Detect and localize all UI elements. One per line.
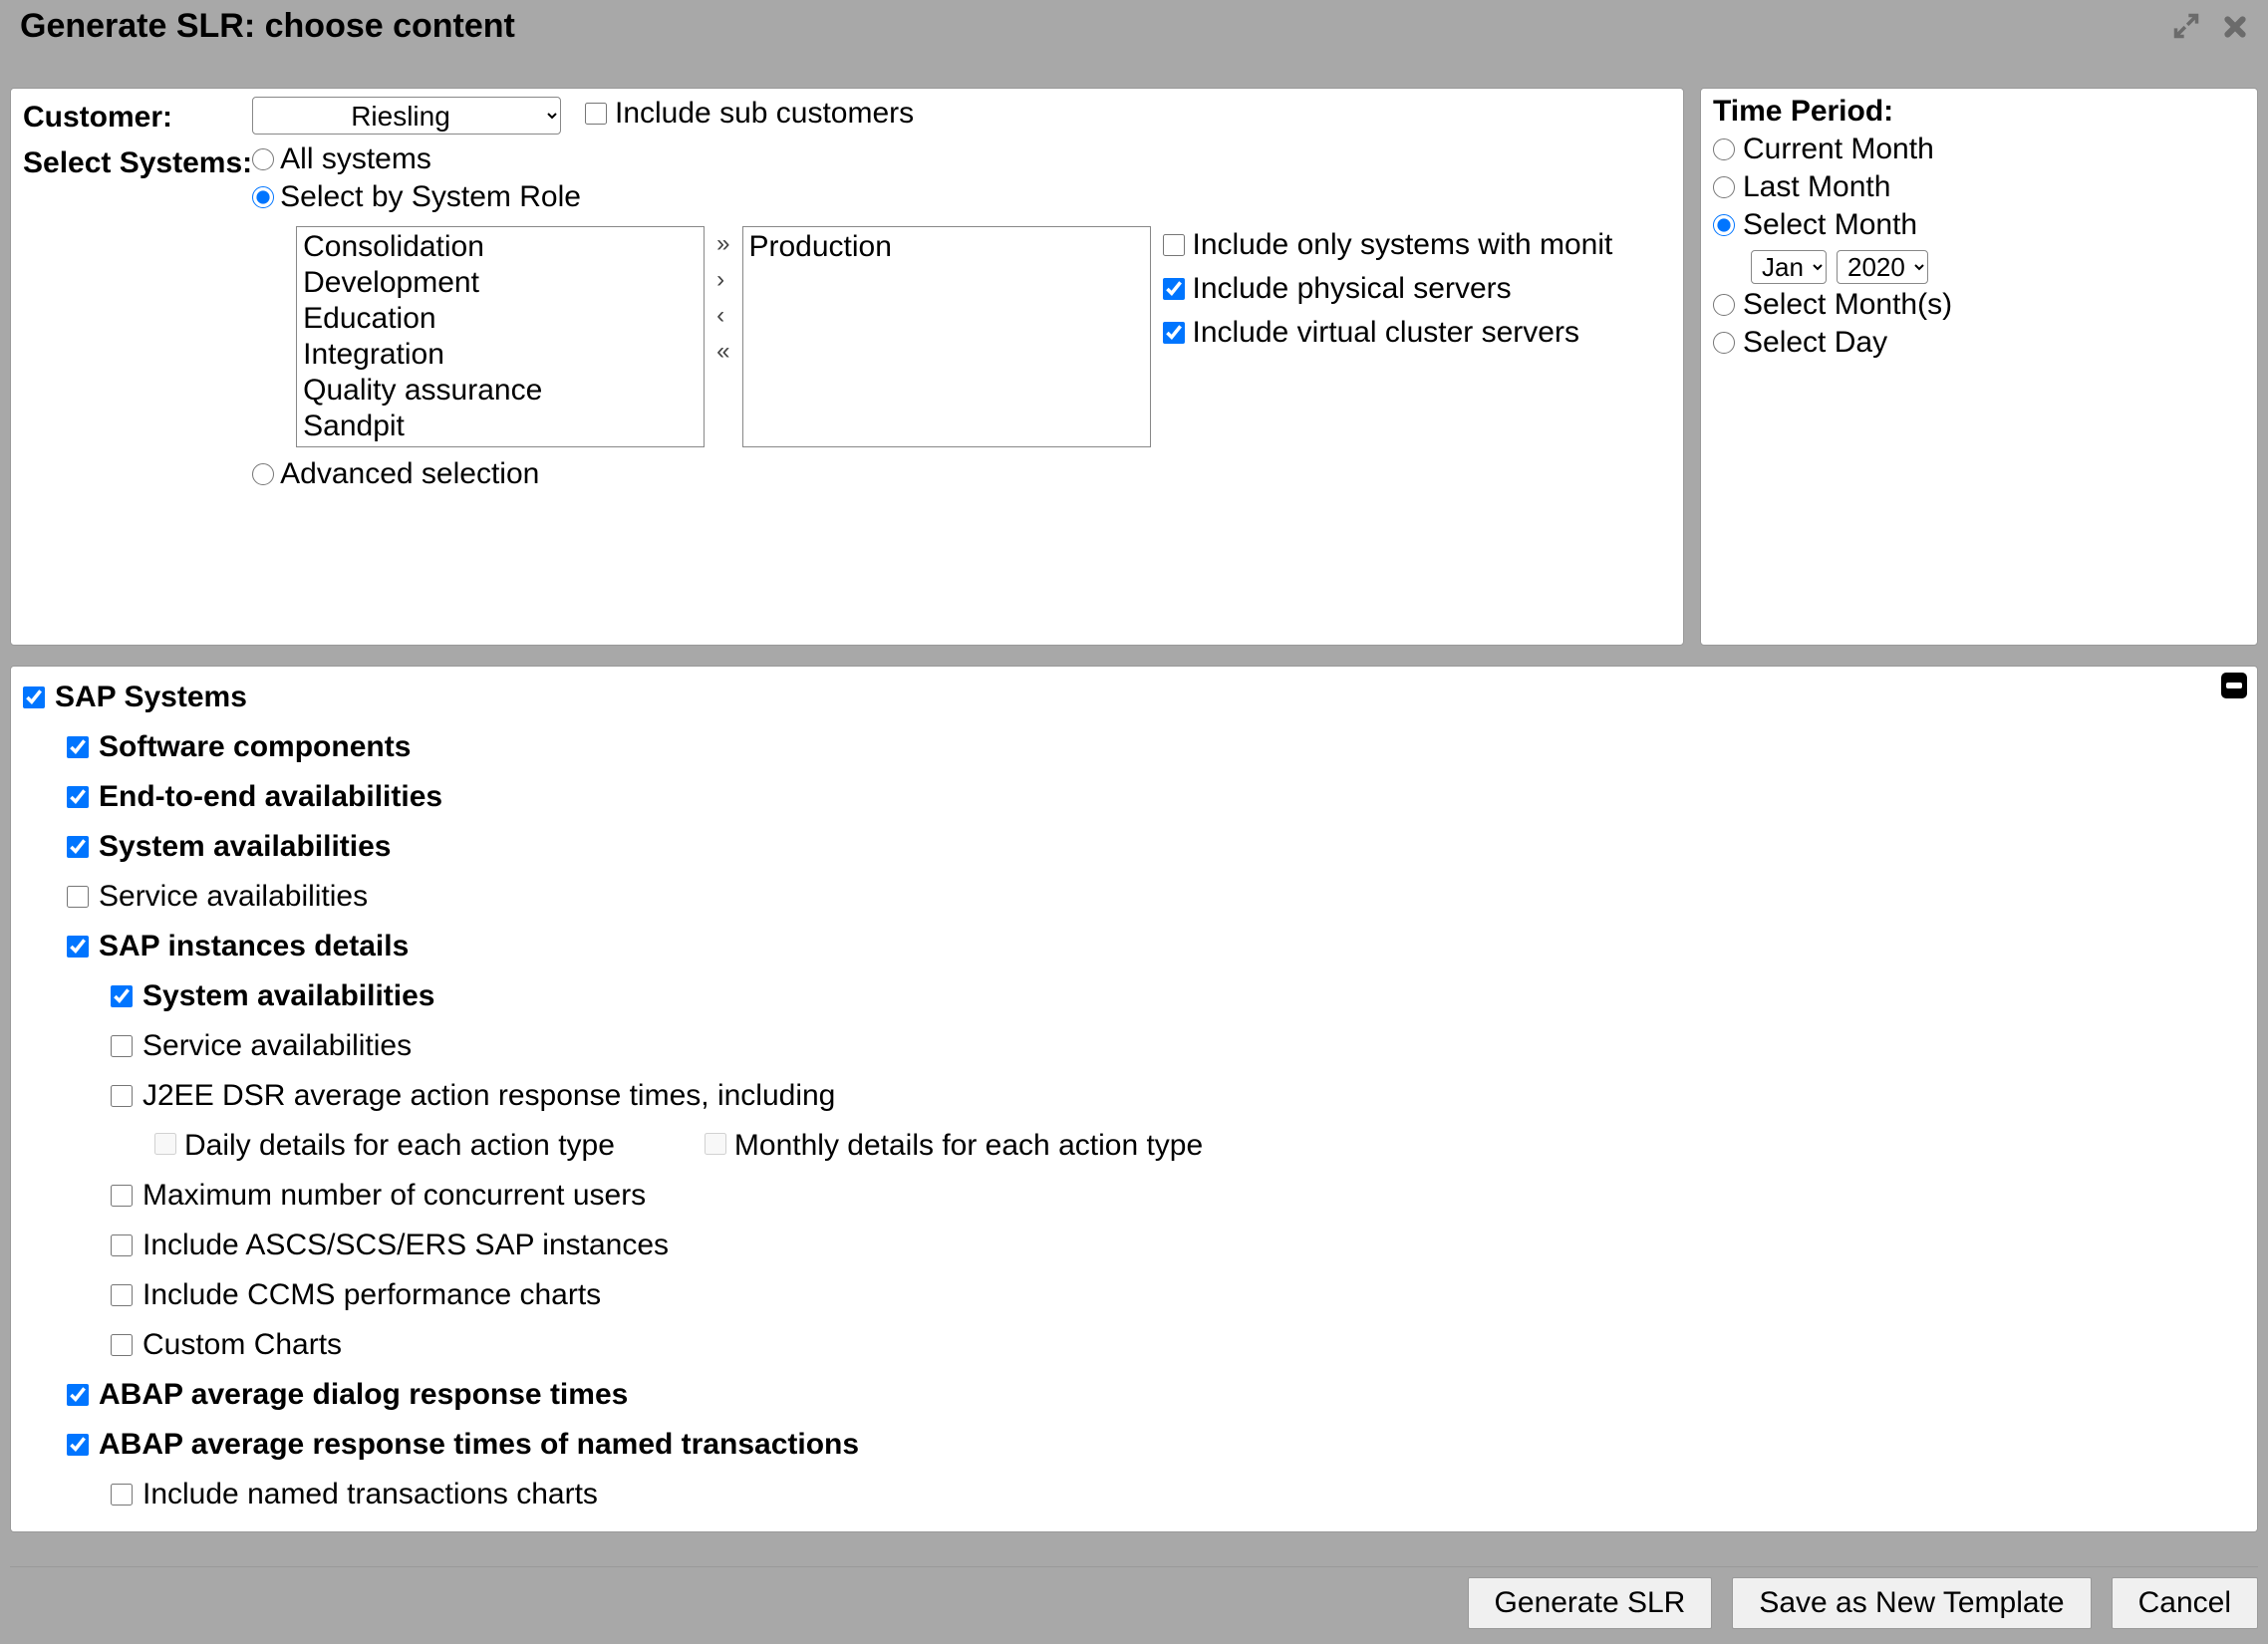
generate-slr-button[interactable]: Generate SLR [1468,1577,1713,1629]
ascs-label: Include ASCS/SCS/ERS SAP instances [142,1221,669,1270]
j2ee-monthly-label: Monthly details for each action type [734,1129,1203,1162]
titlebar: Generate SLR: choose content [0,0,2268,52]
year-select[interactable]: 2020 [1837,250,1928,284]
j2ee-daily-label: Daily details for each action type [184,1129,615,1162]
current-month-radio[interactable] [1713,138,1735,160]
list-item[interactable]: Production [749,229,1144,265]
dialog-title: Generate SLR: choose content [20,7,2152,46]
inst-sys-avail-checkbox[interactable] [111,985,133,1007]
customer-select[interactable]: Riesling [252,97,561,135]
sys-avail-label: System availabilities [99,822,392,872]
available-roles-list[interactable]: Consolidation Development Education Inte… [296,226,705,447]
j2ee-checkbox[interactable] [111,1085,133,1107]
max-users-checkbox[interactable] [111,1185,133,1207]
named-charts-label: Include named transactions charts [142,1470,598,1519]
by-system-role-radio[interactable] [252,186,274,208]
include-only-monitored-label: Include only systems with monit [1193,228,1613,262]
move-all-right-icon[interactable]: » [716,230,729,258]
include-physical-label: Include physical servers [1193,272,1512,306]
month-select[interactable]: Jan [1751,250,1827,284]
advanced-selection-radio[interactable] [252,463,274,485]
current-month-label: Current Month [1743,133,1934,166]
sys-avail-checkbox[interactable] [67,836,89,858]
move-right-icon[interactable]: › [716,266,729,294]
list-item[interactable]: Quality assurance [303,373,698,409]
custom-charts-label: Custom Charts [142,1320,342,1370]
select-day-label: Select Day [1743,326,1887,360]
include-physical-checkbox[interactable] [1163,278,1185,300]
svc-avail-label: Service availabilities [99,872,368,922]
sap-systems-checkbox[interactable] [23,686,45,708]
customer-label: Customer: [23,97,252,135]
inst-svc-avail-label: Service availabilities [142,1021,412,1071]
sap-instances-label: SAP instances details [99,922,409,971]
j2ee-monthly-checkbox [705,1133,726,1155]
abap-named-label: ABAP average response times of named tra… [99,1420,859,1470]
collapse-icon[interactable] [2221,673,2247,698]
sap-instances-checkbox[interactable] [67,936,89,958]
all-systems-radio[interactable] [252,148,274,170]
select-day-radio[interactable] [1713,332,1735,354]
list-item[interactable]: Education [303,301,698,337]
e2e-avail-label: End-to-end availabilities [99,772,442,822]
time-period-label: Time Period: [1713,95,2245,129]
j2ee-daily-checkbox [154,1133,176,1155]
list-item[interactable]: Integration [303,337,698,373]
select-months-label: Select Month(s) [1743,288,1952,322]
content-panel: Customer: Riesling Include sub customers… [10,88,1684,646]
include-virtual-checkbox[interactable] [1163,322,1185,344]
expand-icon[interactable] [2172,12,2200,40]
inst-sys-avail-label: System availabilities [142,971,435,1021]
select-systems-label: Select Systems: [23,142,252,180]
named-charts-checkbox[interactable] [111,1484,133,1506]
select-months-radio[interactable] [1713,294,1735,316]
list-item[interactable]: Development [303,265,698,301]
abap-topn-label: ABAP top N transaction response times so… [99,1519,978,1532]
move-left-icon[interactable]: ‹ [716,302,729,330]
include-sub-customers-checkbox[interactable] [585,103,607,125]
last-month-radio[interactable] [1713,176,1735,198]
j2ee-label: J2EE DSR average action response times, … [142,1071,835,1121]
footer: Generate SLR Save as New Template Cancel [10,1566,2258,1626]
software-components-label: Software components [99,722,411,772]
software-components-checkbox[interactable] [67,736,89,758]
abap-dialog-checkbox[interactable] [67,1384,89,1406]
abap-named-checkbox[interactable] [67,1434,89,1456]
include-virtual-label: Include virtual cluster servers [1193,316,1579,350]
tree-panel: SAP Systems Software components End-to-e… [10,666,2258,1532]
ascs-checkbox[interactable] [111,1234,133,1256]
advanced-selection-label: Advanced selection [280,457,539,491]
abap-dialog-label: ABAP average dialog response times [99,1370,628,1420]
list-item[interactable]: Sandpit [303,409,698,444]
cancel-button[interactable]: Cancel [2112,1577,2258,1629]
selected-roles-list[interactable]: Production [742,226,1151,447]
inst-svc-avail-checkbox[interactable] [111,1035,133,1057]
sap-systems-label: SAP Systems [55,673,247,722]
system-role-shuttle: Consolidation Development Education Inte… [296,226,1612,447]
by-system-role-label: Select by System Role [280,180,581,214]
all-systems-label: All systems [280,142,431,176]
list-item[interactable]: Consolidation [303,229,698,265]
select-month-label: Select Month [1743,208,1917,242]
save-template-button[interactable]: Save as New Template [1732,1577,2091,1629]
include-sub-customers-label: Include sub customers [615,97,914,131]
e2e-avail-checkbox[interactable] [67,786,89,808]
custom-charts-checkbox[interactable] [111,1334,133,1356]
select-month-radio[interactable] [1713,214,1735,236]
close-icon[interactable] [2220,12,2248,40]
dialog: Generate SLR: choose content Customer: R… [0,0,2268,1644]
ccms-checkbox[interactable] [111,1284,133,1306]
ccms-label: Include CCMS performance charts [142,1270,601,1320]
move-all-left-icon[interactable]: « [716,338,729,366]
max-users-label: Maximum number of concurrent users [142,1171,646,1221]
time-period-panel: Time Period: Current Month Last Month Se… [1700,88,2258,646]
include-only-monitored-checkbox[interactable] [1163,234,1185,256]
last-month-label: Last Month [1743,170,1890,204]
svc-avail-checkbox[interactable] [67,886,89,908]
